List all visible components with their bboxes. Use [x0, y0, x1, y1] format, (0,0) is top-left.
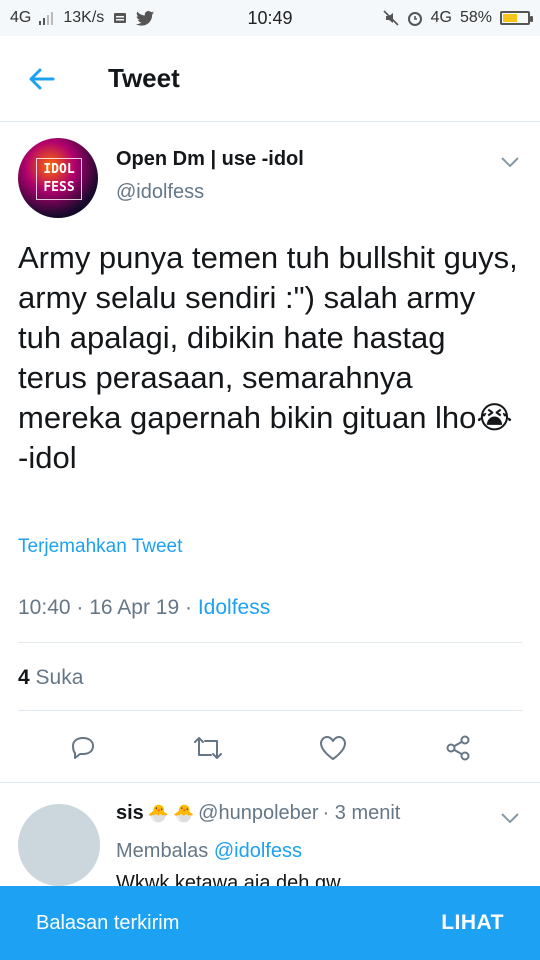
meta-separator: · [185, 596, 192, 619]
reply-menu-button[interactable] [498, 806, 522, 830]
back-button[interactable] [0, 36, 84, 122]
author-handle[interactable]: @idolfess [116, 181, 522, 204]
battery-icon [500, 11, 533, 25]
like-button[interactable] [311, 726, 355, 770]
divider [18, 710, 522, 711]
replying-to-handle[interactable]: @idolfess [214, 840, 302, 862]
reply-avatar[interactable] [18, 804, 100, 886]
tweet-text: Army punya temen tuh bullshit guys, army… [18, 240, 518, 475]
heart-icon [319, 736, 346, 760]
reply-author-name[interactable]: sis [116, 802, 144, 825]
author-avatar[interactable]: IDOL FESS [18, 138, 98, 218]
reply-time: · 3 menit [322, 802, 401, 824]
arrow-left-icon [29, 68, 55, 89]
translate-tweet-link[interactable]: Terjemahkan Tweet [18, 536, 182, 558]
app-header: Tweet [0, 36, 540, 122]
tweet-source-link[interactable]: Idolfess [198, 596, 270, 619]
status-right: 4G 58% [383, 9, 533, 27]
tweet-meta: 10:40 · 16 Apr 19 · Idolfess [18, 596, 270, 620]
likes-number: 4 [18, 666, 30, 689]
tweet-time: 10:40 [18, 596, 71, 619]
meta-separator: · [76, 596, 84, 619]
divider [18, 642, 522, 643]
reply-button[interactable] [61, 726, 105, 770]
battery-percent: 58% [459, 9, 492, 26]
author-info: Open Dm | use -idol @idolfess [116, 138, 522, 218]
chick-emoji: 🐣 [147, 803, 169, 823]
page-title: Tweet [108, 63, 180, 93]
signal-icon [39, 12, 54, 25]
reply-header: sis 🐣 🐣 @hunpoleber · 3 menit [116, 802, 400, 825]
avatar-logo: IDOL FESS [36, 158, 82, 200]
tweet-date: 16 Apr 19 [89, 596, 180, 619]
chevron-down-icon [501, 157, 519, 167]
retweet-button[interactable] [186, 726, 230, 770]
replying-to: Membalas @idolfess [116, 840, 302, 863]
share-button[interactable] [436, 726, 480, 770]
reply-author-handle[interactable]: @hunpoleber [198, 802, 318, 825]
retweet-icon [193, 737, 222, 759]
likes-label: Suka [35, 666, 84, 689]
network-label: 4G [10, 9, 32, 26]
snackbar: Balasan terkirim LIHAT [0, 886, 540, 960]
status-left: 4G 13K/s [10, 9, 155, 27]
tweet-actions [0, 718, 540, 778]
snackbar-view-button[interactable]: LIHAT [441, 911, 504, 935]
chick-emoji: 🐣 [172, 803, 195, 823]
snackbar-message: Balasan terkirim [36, 911, 180, 934]
network-type-right: 4G [430, 9, 452, 26]
notification-icon [114, 13, 127, 23]
avatar-logo-line2: FESS [43, 180, 75, 195]
twitter-bird-icon [136, 10, 155, 26]
alarm-icon [407, 12, 422, 26]
mute-icon [383, 10, 399, 26]
author-name[interactable]: Open Dm | use -idol [116, 148, 522, 171]
reply-icon [71, 737, 94, 759]
share-icon [446, 735, 469, 761]
likes-count[interactable]: 4 Suka [18, 666, 83, 690]
avatar-logo-line1: IDOL [43, 162, 75, 177]
replying-to-label: Membalas [116, 840, 209, 862]
battery-fill [503, 14, 517, 22]
tweet-author: IDOL FESS Open Dm | use -idol @idolfess [18, 138, 522, 218]
section-divider [0, 782, 540, 783]
status-bar: 4G 13K/s 10:49 4G 58% [0, 0, 540, 36]
tweet-menu-button[interactable] [498, 150, 522, 174]
network-speed: 13K/s [63, 9, 105, 26]
chevron-down-icon [501, 813, 519, 823]
